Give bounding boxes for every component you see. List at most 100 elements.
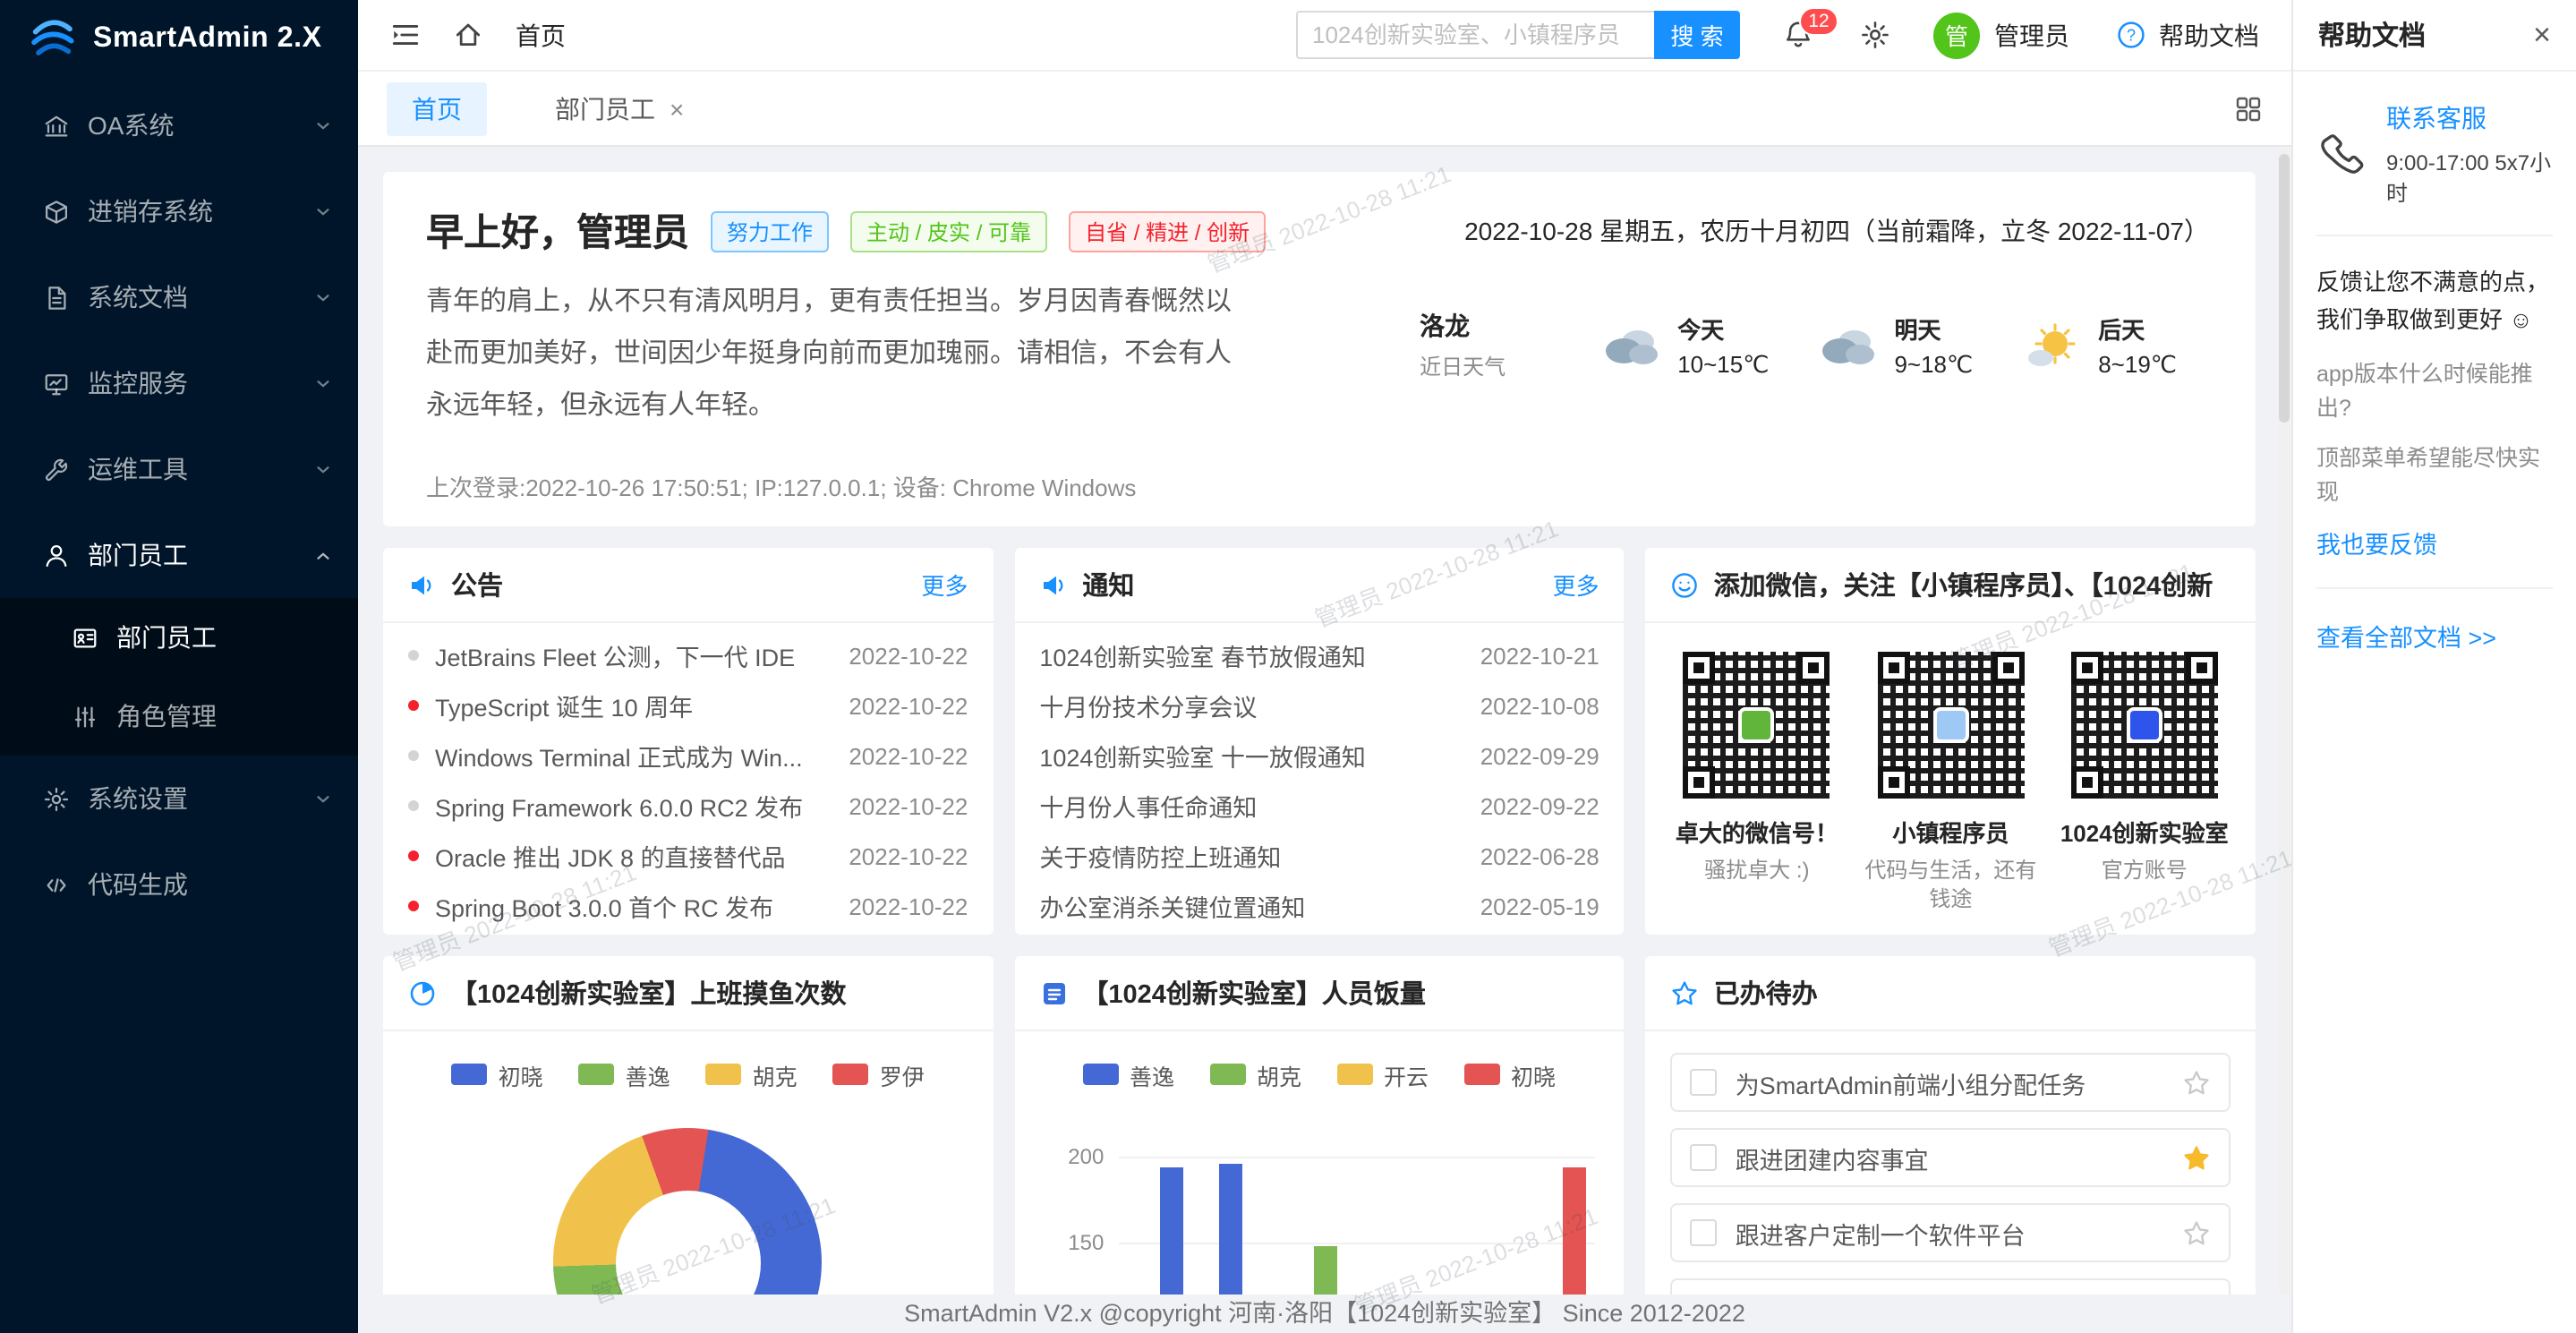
tab-home[interactable]: 首页 — [387, 81, 487, 135]
sidebar-item-codegen[interactable]: 代码生成 — [0, 842, 358, 927]
item-text: Oracle 推出 JDK 8 的直接替代品 — [435, 838, 834, 874]
main-content: 早上好，管理员 努力工作 主动 / 皮实 / 可靠 自省 / 精进 / 创新 2… — [358, 147, 2291, 1333]
announcements-more-link[interactable]: 更多 — [921, 568, 968, 602]
contact-support-link[interactable]: 联系客服 — [2386, 100, 2553, 136]
scrollbar-thumb[interactable] — [2279, 154, 2290, 423]
list-item[interactable]: TypeScript 诞生 10 周年2022-10-22 — [408, 680, 968, 731]
sidebar-item-monitor[interactable]: 监控服务 — [0, 340, 358, 426]
item-text: TypeScript 诞生 10 周年 — [435, 688, 834, 723]
sidebar-item-label: 角色管理 — [116, 698, 217, 734]
notices-more-link[interactable]: 更多 — [1553, 568, 1599, 602]
sidebar-item-label: 部门员工 — [88, 537, 188, 573]
list-item[interactable]: 办公室消杀关键位置通知2022-05-19 — [1039, 881, 1599, 931]
todo-checkbox[interactable] — [1691, 1069, 1718, 1096]
sidebar-submenu: 部门员工 角色管理 — [0, 598, 358, 756]
list-item[interactable]: Spring Framework 6.0.0 RC2 发布2022-10-22 — [408, 781, 968, 831]
list-item[interactable]: 1024创新实验室 十一放假通知2022-09-29 — [1039, 731, 1599, 781]
tab-close-icon[interactable]: × — [670, 94, 684, 123]
todo-item[interactable]: 跟进客户定制一个软件平台 — [1671, 1203, 2231, 1262]
legend-swatch — [833, 1064, 869, 1085]
todo-checkbox[interactable] — [1691, 1219, 1718, 1246]
todo-checkbox[interactable] — [1691, 1144, 1718, 1171]
scrollbar-track — [2279, 150, 2290, 1333]
greeting: 早上好，管理员 — [426, 204, 689, 258]
home-icon[interactable] — [453, 20, 483, 50]
document-icon — [43, 284, 70, 311]
speaker-icon — [408, 570, 437, 599]
sidebar-item-label: OA系统 — [88, 107, 174, 143]
bullet-dot — [408, 750, 419, 761]
star-toggle-icon[interactable] — [2182, 1218, 2211, 1247]
tab-dept[interactable]: 部门员工 × — [530, 81, 709, 135]
sidebar-subitem-roles[interactable]: 角色管理 — [0, 677, 358, 756]
qr-desc: 代码与生活，还有钱途 — [1857, 856, 2043, 913]
notices-header: 通知 更多 — [1014, 548, 1624, 623]
item-date: 2022-09-22 — [1480, 792, 1599, 819]
user-menu[interactable]: 管 管理员 — [1933, 12, 2069, 58]
fish-chart-card: 【1024创新实验室】上班摸鱼次数 初晓 善逸 胡克 罗伊 — [383, 956, 993, 1333]
list-item[interactable]: Spring Boot 3.0.0 首个 RC 发布2022-10-22 — [408, 881, 968, 931]
phone-icon — [2316, 129, 2367, 179]
sidebar-item-docs[interactable]: 系统文档 — [0, 254, 358, 340]
legend-swatch — [1210, 1064, 1246, 1085]
legend-swatch — [579, 1064, 615, 1085]
sidebar-item-inventory[interactable]: 进销存系统 — [0, 168, 358, 254]
todo-item[interactable]: 为SmartAdmin前端小组分配任务 — [1671, 1053, 2231, 1112]
legend-swatch — [1464, 1064, 1500, 1085]
card-title: 【1024创新实验室】人员饭量 — [1082, 974, 1599, 1012]
notices-card: 通知 更多 1024创新实验室 春节放假通知2022-10-21 十月份技术分享… — [1014, 548, 1624, 935]
help-docs-label: 帮助文档 — [2159, 17, 2259, 53]
list-item[interactable]: 十月份技术分享会议2022-10-08 — [1039, 680, 1599, 731]
search-input[interactable] — [1296, 11, 1654, 59]
list-item[interactable]: JetBrains Fleet 公测，下一代 IDE2022-10-22 — [408, 630, 968, 680]
all-docs-link[interactable]: 查看全部文档 >> — [2316, 618, 2553, 654]
todo-list: 为SmartAdmin前端小组分配任务 跟进团建内容事宜 跟进客户定制一个软件平… — [1646, 1031, 2256, 1333]
star-toggle-icon[interactable] — [2182, 1143, 2211, 1172]
legend-item: 初晓 — [1464, 1057, 1556, 1091]
meal-chart-header: 【1024创新实验室】人员饭量 — [1014, 956, 1624, 1031]
weather-widget: 洛龙 近日天气 今天 10~15℃ 明天 9~18℃ 后天 8~19℃ — [1420, 308, 2177, 381]
feedback-link[interactable]: 我也要反馈 — [2316, 525, 2553, 560]
chevron-down-icon — [313, 789, 333, 808]
legend-item: 胡克 — [706, 1057, 798, 1091]
search-button[interactable]: 搜 索 — [1654, 11, 1740, 59]
star-toggle-icon[interactable] — [2182, 1068, 2211, 1097]
item-text: JetBrains Fleet 公测，下一代 IDE — [435, 637, 834, 673]
sidebar-subitem-dept-staff[interactable]: 部门员工 — [0, 598, 358, 677]
user-name: 管理员 — [1994, 17, 2069, 53]
sidebar-item-dept[interactable]: 部门员工 — [0, 512, 358, 598]
list-item[interactable]: Windows Terminal 正式成为 Win...2022-10-22 — [408, 731, 968, 781]
weather-day-temp: 10~15℃ — [1677, 350, 1769, 379]
item-text: Spring Framework 6.0.0 RC2 发布 — [435, 788, 834, 824]
footer-copyright: SmartAdmin V2.x @copyright 河南·洛阳【1024创新实… — [358, 1294, 2291, 1333]
wrench-icon — [43, 456, 70, 483]
wechat-card: 添加微信，关注【小镇程序员】、【1024创新 卓大的微信号！ 骚扰卓大 :) 小… — [1646, 548, 2256, 935]
sidebar-item-label: 进销存系统 — [88, 193, 213, 229]
support-hours: 9:00-17:00 5x7小时 — [2386, 147, 2553, 208]
todo-item[interactable]: 跟进团建内容事宜 — [1671, 1128, 2231, 1187]
y-axis-tick: 150 — [1039, 1230, 1104, 1255]
notifications[interactable]: 12 — [1783, 20, 1813, 50]
help-docs-button[interactable]: ? 帮助文档 — [2116, 17, 2259, 53]
header-left: 首页 — [390, 17, 598, 53]
sidebar-item-ops[interactable]: 运维工具 — [0, 426, 358, 512]
welcome-title-row: 早上好，管理员 努力工作 主动 / 皮实 / 可靠 自省 / 精进 / 创新 — [426, 204, 1266, 258]
bullet-dot — [408, 901, 419, 911]
sidebar-item-oa[interactable]: OA系统 — [0, 82, 358, 168]
list-item[interactable]: 十月份人事任命通知2022-09-22 — [1039, 781, 1599, 831]
list-item[interactable]: 关于疫情防控上班通知2022-06-28 — [1039, 831, 1599, 881]
legend-swatch — [706, 1064, 742, 1085]
legend-item: 善逸 — [579, 1057, 670, 1091]
weather-day-label: 后天 — [2098, 311, 2177, 345]
close-icon[interactable]: × — [2533, 17, 2551, 53]
weather-day-temp: 9~18℃ — [1894, 350, 1973, 379]
settings-button[interactable] — [1860, 20, 1890, 50]
daily-quote: 青年的肩上，从不只有清风明月，更有责任担当。岁月因青春慨然以赴而更加美好，世间因… — [426, 276, 1241, 432]
list-item[interactable]: 1024创新实验室 春节放假通知2022-10-21 — [1039, 630, 1599, 680]
star-icon — [1671, 978, 1700, 1007]
layout-grid-icon[interactable] — [2234, 94, 2263, 123]
list-item[interactable]: Oracle 推出 JDK 8 的直接替代品2022-10-22 — [408, 831, 968, 881]
sidebar-item-settings[interactable]: 系统设置 — [0, 756, 358, 842]
menu-fold-icon[interactable] — [390, 20, 421, 50]
todo-text: 为SmartAdmin前端小组分配任务 — [1736, 1064, 2182, 1100]
